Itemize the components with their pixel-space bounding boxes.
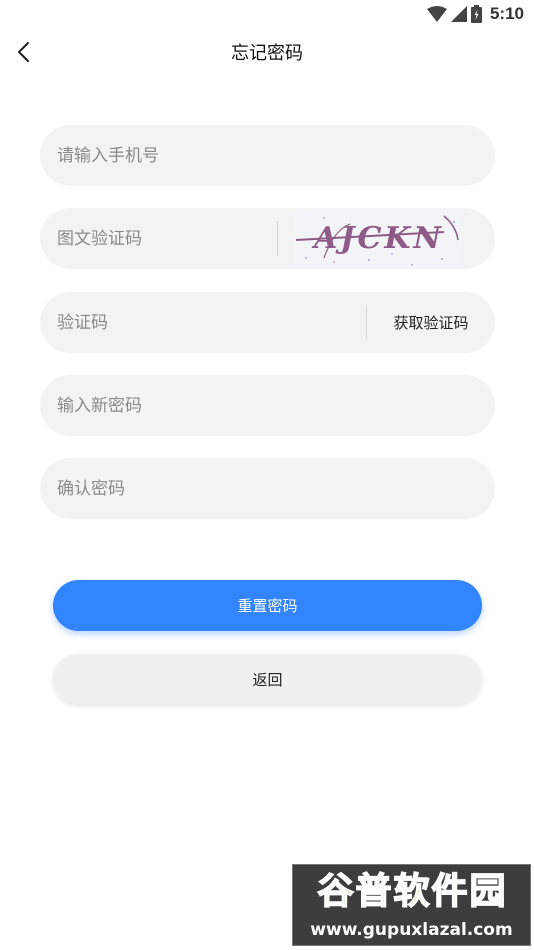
confirm-password-field xyxy=(40,458,495,519)
status-bar: 5:10 xyxy=(0,0,534,28)
status-icons: 5:10 xyxy=(426,3,524,25)
captcha-text: AJCKN xyxy=(311,221,444,256)
get-code-button[interactable]: 获取验证码 xyxy=(367,292,495,353)
field-divider xyxy=(277,221,278,256)
image-captcha-field: AJCKN xyxy=(40,208,495,269)
captcha-image[interactable]: AJCKN xyxy=(294,210,462,267)
header: 忘记密码 xyxy=(0,28,534,74)
wifi-icon xyxy=(426,6,447,22)
battery-icon xyxy=(470,5,482,23)
sms-code-input[interactable] xyxy=(57,292,357,353)
watermark-brand: 谷普软件园 xyxy=(317,870,508,913)
captcha-graphic: AJCKN xyxy=(294,210,462,267)
return-button[interactable]: 返回 xyxy=(53,654,482,704)
cellular-signal-icon xyxy=(450,6,467,22)
page-title: 忘记密码 xyxy=(231,43,303,64)
watermark-logo: 谷普软件园 www.gupuxlazal.com xyxy=(292,864,531,946)
status-time: 5:10 xyxy=(489,4,524,23)
watermark-url: www.gupuxlazal.com xyxy=(310,920,513,940)
new-password-field xyxy=(40,375,495,436)
confirm-password-input[interactable] xyxy=(57,458,477,519)
image-captcha-input[interactable] xyxy=(57,208,267,269)
reset-password-button[interactable]: 重置密码 xyxy=(53,580,482,631)
phone-field xyxy=(40,125,495,186)
sms-code-field: 获取验证码 xyxy=(40,292,495,353)
new-password-input[interactable] xyxy=(57,375,477,436)
phone-input[interactable] xyxy=(57,125,477,186)
